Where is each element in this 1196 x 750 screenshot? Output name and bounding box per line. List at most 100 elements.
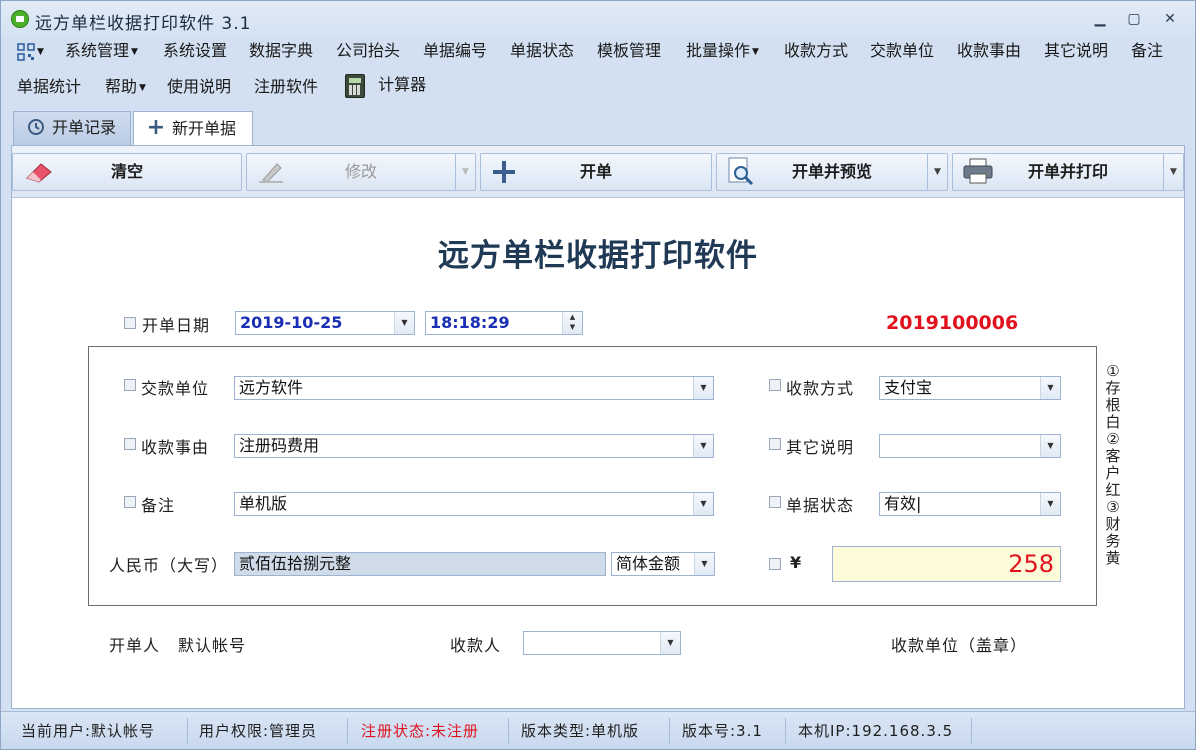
menu-label: 帮助 — [105, 77, 138, 96]
status-select[interactable]: 有效| ▼ — [879, 492, 1061, 516]
plus-icon: + — [146, 115, 166, 140]
create-print-button[interactable]: 开单并打印 ▼ — [952, 153, 1184, 191]
edit-button[interactable]: 修改 ▼ — [246, 153, 476, 191]
method-checkbox[interactable] — [769, 379, 781, 391]
status-ip: 本机IP:192.168.3.5 — [798, 722, 954, 740]
amount-input[interactable]: 258 — [832, 546, 1061, 582]
menu-receipt-number[interactable]: 单据编号 — [423, 39, 487, 63]
chevron-down-icon: ▼ — [752, 46, 759, 57]
create-preview-button[interactable]: 开单并预览 ▼ — [716, 153, 948, 191]
remark-checkbox[interactable] — [124, 496, 136, 508]
chevron-down-icon[interactable]: ▼ — [1040, 377, 1060, 399]
status-separator — [669, 718, 670, 744]
chevron-down-icon[interactable]: ▼ — [1163, 154, 1183, 190]
remark-label: 备注 — [141, 496, 176, 515]
menu-other[interactable]: 其它说明 — [1044, 39, 1108, 63]
payee-select[interactable]: ▼ — [523, 631, 681, 655]
reason-select[interactable]: 注册码费用 ▼ — [234, 434, 714, 458]
chevron-down-icon[interactable]: ▼ — [927, 154, 947, 190]
menu-label: 计算器 — [378, 75, 427, 94]
button-label: 开单并打印 — [1027, 162, 1108, 181]
button-label: 开单 — [579, 162, 612, 181]
menu-reason[interactable]: 收款事由 — [957, 39, 1021, 63]
menu-label: 系统管理 — [65, 41, 130, 60]
menu-batch[interactable]: 批量操作 ▼ — [686, 39, 759, 63]
method-select[interactable]: 支付宝 ▼ — [879, 376, 1061, 400]
method-value: 支付宝 — [884, 378, 933, 397]
status-edition: 版本类型:单机版 — [521, 722, 640, 740]
time-picker[interactable]: 18:18:29 ▲ ▼ — [425, 311, 583, 335]
other-label: 其它说明 — [786, 438, 855, 457]
clear-button[interactable]: 清空 — [12, 153, 242, 191]
status-bar: 当前用户:默认帐号 用户权限:管理员 注册状态:未注册 版本类型:单机版 版本号… — [1, 711, 1195, 749]
maximize-button[interactable]: ▢ — [1121, 9, 1147, 29]
menu-payment-method[interactable]: 收款方式 — [784, 39, 848, 63]
menu-system-settings[interactable]: 系统设置 — [163, 39, 227, 63]
button-label: 清空 — [110, 162, 143, 181]
tab-new-receipt[interactable]: + 新开单据 — [133, 111, 253, 146]
receipt-number: 2019100006 — [886, 312, 1019, 334]
chevron-down-icon[interactable]: ▼ — [1040, 493, 1060, 515]
chevron-down-icon[interactable]: ▼ — [693, 435, 713, 457]
menu-manual[interactable]: 使用说明 — [167, 75, 231, 99]
spinner-icon[interactable]: ▲ ▼ — [562, 312, 582, 334]
amount-format-select[interactable]: 简体金额 ▼ — [611, 552, 715, 576]
date-picker[interactable]: 2019-10-25 ▼ — [235, 311, 415, 335]
remark-value: 单机版 — [239, 494, 288, 513]
payer-checkbox[interactable] — [124, 379, 136, 391]
menu-system-manage[interactable]: 系统管理 ▼ — [65, 39, 138, 63]
status-separator — [971, 718, 972, 744]
status-label: 单据状态 — [786, 496, 855, 515]
close-button[interactable]: ✕ — [1157, 9, 1183, 29]
status-registration: 注册状态:未注册 — [361, 722, 480, 740]
method-label: 收款方式 — [786, 379, 855, 398]
rmb-upper-field: 贰佰伍拾捌元整 — [234, 552, 606, 576]
chevron-down-icon[interactable]: ▼ — [693, 377, 713, 399]
menu-help[interactable]: 帮助 ▼ — [105, 75, 146, 99]
menu-statistics[interactable]: 单据统计 — [17, 75, 81, 99]
status-separator — [187, 718, 188, 744]
date-value: 2019-10-25 — [240, 313, 343, 332]
menu-register[interactable]: 注册软件 — [254, 75, 318, 99]
form-title: 远方单栏收据打印软件 — [438, 238, 758, 274]
menu-bar: ▼ 系统管理 ▼ 系统设置 数据字典 公司抬头 单据编号 单据状态 模板管理 批量… — [1, 37, 1195, 111]
chevron-down-icon[interactable]: ▼ — [455, 154, 475, 190]
tab-label: 新开单据 — [172, 119, 237, 138]
status-version: 版本号:3.1 — [682, 722, 763, 740]
amount-checkbox[interactable] — [769, 558, 781, 570]
copy-color-note: ①存根白②客户红③财务黄 — [1105, 362, 1121, 567]
chevron-down-icon[interactable]: ▼ — [660, 632, 680, 654]
button-label: 修改 — [344, 162, 377, 181]
chevron-down-icon[interactable]: ▼ — [693, 493, 713, 515]
menu-data-dict[interactable]: 数据字典 — [249, 39, 313, 63]
menu-template-manage[interactable]: 模板管理 — [597, 39, 661, 63]
menu-remark[interactable]: 备注 — [1131, 39, 1163, 63]
reason-checkbox[interactable] — [124, 438, 136, 450]
payer-label: 交款单位 — [141, 379, 210, 398]
tab-records[interactable]: 开单记录 — [13, 111, 131, 145]
menu-company-header[interactable]: 公司抬头 — [336, 39, 400, 63]
chevron-down-icon[interactable]: ▼ — [694, 553, 714, 575]
chevron-down-icon: ▼ — [139, 82, 146, 93]
other-checkbox[interactable] — [769, 438, 781, 450]
other-select[interactable]: ▼ — [879, 434, 1061, 458]
stamp-label: 收款单位（盖章） — [891, 636, 1028, 655]
title-bar: 远方单栏收据打印软件 3.1 ▁ ▢ ✕ — [1, 1, 1195, 37]
button-label: 开单并预览 — [791, 162, 872, 181]
currency-symbol: ¥ — [790, 553, 803, 572]
menu-calculator[interactable]: 计算器 — [345, 73, 427, 98]
payer-select[interactable]: 远方软件 ▼ — [234, 376, 714, 400]
remark-select[interactable]: 单机版 ▼ — [234, 492, 714, 516]
app-window: 远方单栏收据打印软件 3.1 ▁ ▢ ✕ ▼ 系统管理 ▼ 系统设置 数据字典 公… — [0, 0, 1196, 750]
menu-payer[interactable]: 交款单位 — [870, 39, 934, 63]
minimize-button[interactable]: ▁ — [1087, 9, 1113, 29]
date-checkbox[interactable] — [124, 317, 136, 329]
chevron-down-icon[interactable]: ▼ — [394, 312, 414, 334]
status-user: 当前用户:默认帐号 — [21, 722, 156, 740]
status-checkbox[interactable] — [769, 496, 781, 508]
history-icon — [26, 112, 46, 144]
menu-receipt-status[interactable]: 单据状态 — [510, 39, 574, 63]
create-button[interactable]: 开单 — [480, 153, 712, 191]
menu-grid-button[interactable]: ▼ — [17, 39, 44, 63]
chevron-down-icon[interactable]: ▼ — [1040, 435, 1060, 457]
